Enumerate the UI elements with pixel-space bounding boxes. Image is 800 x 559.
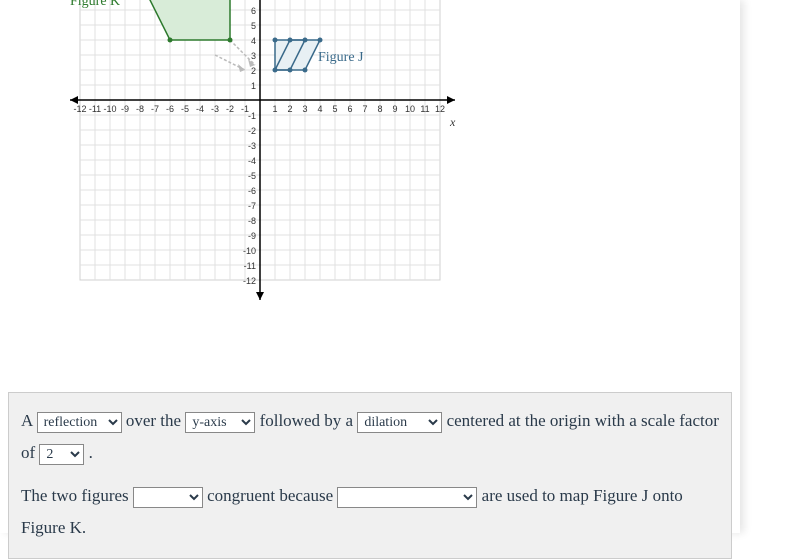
coordinate-chart: -12-11-10-9-8-7-6-5-4-3-2-1 123456789101…	[0, 0, 740, 380]
sentence-line-2: The two figures congruent because are us…	[21, 480, 719, 545]
svg-text:10: 10	[405, 104, 415, 114]
svg-text:-5: -5	[181, 104, 189, 114]
svg-text:-2: -2	[226, 104, 234, 114]
svg-text:3: 3	[251, 51, 256, 61]
svg-text:7: 7	[362, 104, 367, 114]
svg-text:5: 5	[332, 104, 337, 114]
answer-panel: A reflection over the y-axis followed by…	[8, 392, 732, 559]
svg-text:6: 6	[347, 104, 352, 114]
svg-text:-1: -1	[248, 111, 256, 121]
svg-text:-7: -7	[248, 201, 256, 211]
svg-text:4: 4	[251, 36, 256, 46]
svg-text:-3: -3	[211, 104, 219, 114]
chart-svg: -12-11-10-9-8-7-6-5-4-3-2-1 123456789101…	[60, 0, 460, 320]
svg-text:-6: -6	[166, 104, 174, 114]
svg-text:3: 3	[302, 104, 307, 114]
svg-text:12: 12	[435, 104, 445, 114]
svg-text:-11: -11	[244, 261, 256, 271]
axis-select[interactable]: y-axis	[185, 412, 255, 433]
figure-k-label: Figure K	[70, 0, 120, 10]
svg-text:-5: -5	[248, 171, 256, 181]
svg-text:-10: -10	[243, 246, 256, 256]
svg-text:-6: -6	[248, 186, 256, 196]
svg-text:-7: -7	[151, 104, 159, 114]
svg-text:-8: -8	[136, 104, 144, 114]
scale-factor-select[interactable]: 2	[39, 444, 84, 465]
reason-select[interactable]	[337, 487, 477, 508]
svg-text:-12: -12	[73, 104, 86, 114]
svg-text:4: 4	[317, 104, 322, 114]
svg-text:1: 1	[272, 104, 277, 114]
svg-text:-9: -9	[248, 231, 256, 241]
svg-text:-9: -9	[121, 104, 129, 114]
congruent-select[interactable]	[133, 487, 203, 508]
svg-text:-8: -8	[248, 216, 256, 226]
svg-text:7: 7	[251, 0, 256, 1]
svg-text:-4: -4	[196, 104, 204, 114]
svg-text:1: 1	[251, 81, 256, 91]
svg-text:6: 6	[251, 6, 256, 16]
svg-text:11: 11	[420, 104, 429, 114]
svg-text:9: 9	[392, 104, 397, 114]
transform-select-2[interactable]: dilation	[357, 412, 442, 433]
svg-text:-11: -11	[89, 104, 101, 114]
figure-k-shape	[140, 0, 230, 40]
transform-select-1[interactable]: reflection	[37, 412, 122, 433]
svg-text:-2: -2	[248, 126, 256, 136]
svg-text:8: 8	[377, 104, 382, 114]
svg-text:2: 2	[251, 66, 256, 76]
svg-text:-4: -4	[248, 156, 256, 166]
svg-text:5: 5	[251, 21, 256, 31]
figure-j-label: Figure J	[318, 50, 364, 66]
svg-text:-10: -10	[103, 104, 116, 114]
x-axis-label: x	[450, 115, 455, 130]
svg-text:-3: -3	[248, 141, 256, 151]
sentence-line-1: A reflection over the y-axis followed by…	[21, 405, 719, 470]
svg-text:-12: -12	[243, 276, 256, 286]
svg-text:2: 2	[287, 104, 292, 114]
